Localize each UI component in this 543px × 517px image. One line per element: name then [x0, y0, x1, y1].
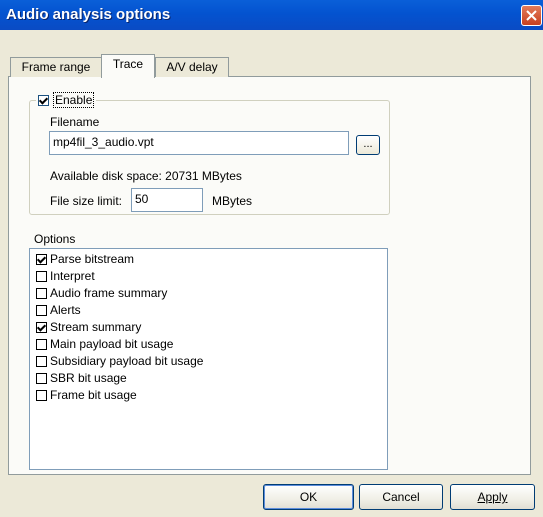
option-label: Alerts [50, 303, 81, 317]
tab-av-delay[interactable]: A/V delay [155, 57, 229, 77]
option-label: Stream summary [50, 320, 142, 334]
option-frame-bit-usage[interactable]: Frame bit usage [36, 387, 137, 403]
option-parse-bitstream[interactable]: Parse bitstream [36, 251, 134, 267]
option-checkbox[interactable] [36, 270, 47, 282]
enable-checkbox[interactable] [38, 94, 49, 106]
size-limit-label: File size limit: [50, 194, 123, 208]
option-sbr-bit-usage[interactable]: SBR bit usage [36, 370, 127, 386]
option-label: Audio frame summary [50, 286, 168, 300]
option-checkbox[interactable] [36, 321, 47, 333]
dialog-window: Audio analysis options Frame range Trace… [0, 0, 543, 517]
tab-frame-range[interactable]: Frame range [10, 57, 102, 77]
option-checkbox[interactable] [36, 355, 47, 367]
disk-space-text: Available disk space: 20731 MBytes [50, 169, 242, 183]
option-checkbox[interactable] [36, 287, 47, 299]
option-audio-frame-summary[interactable]: Audio frame summary [36, 285, 167, 301]
option-stream-summary[interactable]: Stream summary [36, 319, 141, 335]
size-limit-input[interactable]: 50 [131, 188, 203, 212]
option-checkbox[interactable] [36, 389, 47, 401]
option-subsidiary-payload-bit-usage[interactable]: Subsidiary payload bit usage [36, 353, 203, 369]
apply-button[interactable]: Apply [450, 484, 535, 510]
options-listbox[interactable]: Parse bitstream Interpret Audio frame su… [29, 248, 388, 470]
enable-checkbox-row[interactable]: Enable [36, 92, 97, 108]
option-checkbox[interactable] [36, 372, 47, 384]
cancel-button[interactable]: Cancel [359, 484, 443, 510]
ok-button[interactable]: OK [263, 484, 354, 510]
option-label: Frame bit usage [50, 388, 137, 402]
size-limit-unit: MBytes [212, 194, 253, 208]
tab-trace[interactable]: Trace [101, 54, 155, 78]
browse-button[interactable]: ... [356, 135, 380, 155]
close-icon [526, 10, 537, 21]
option-alerts[interactable]: Alerts [36, 302, 81, 318]
close-button[interactable] [521, 5, 542, 26]
option-checkbox[interactable] [36, 304, 47, 316]
option-main-payload-bit-usage[interactable]: Main payload bit usage [36, 336, 173, 352]
option-label: Interpret [50, 269, 95, 283]
option-label: Subsidiary payload bit usage [50, 354, 204, 368]
filename-input[interactable]: mp4fil_3_audio.vpt [49, 131, 349, 155]
option-checkbox[interactable] [36, 338, 47, 350]
option-label: Parse bitstream [50, 252, 135, 266]
option-label: SBR bit usage [50, 371, 127, 385]
enable-label: Enable [53, 92, 95, 108]
window-title: Audio analysis options [6, 6, 171, 23]
title-bar[interactable]: Audio analysis options [0, 0, 543, 30]
option-interpret[interactable]: Interpret [36, 268, 95, 284]
options-label: Options [34, 232, 76, 246]
filename-label: Filename [50, 115, 100, 129]
option-label: Main payload bit usage [50, 337, 174, 351]
option-checkbox[interactable] [36, 253, 47, 265]
